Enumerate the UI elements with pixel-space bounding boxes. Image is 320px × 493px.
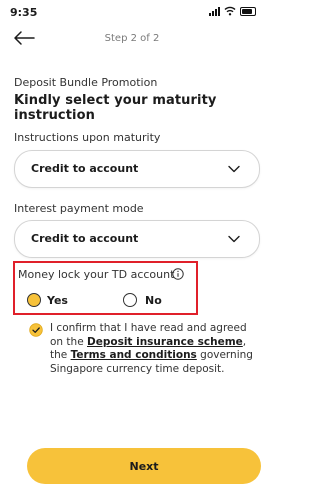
step-indicator: Step 2 of 2 [104,33,160,44]
info-icon[interactable] [172,268,184,280]
interest-dropdown[interactable]: Credit to account [14,220,260,258]
money-lock-no-radio[interactable] [123,293,137,307]
status-icons [209,6,256,16]
maturity-dropdown-value: Credit to account [31,162,139,175]
next-button[interactable]: Next [27,448,261,484]
maturity-dropdown[interactable]: Credit to account [14,150,260,188]
interest-dropdown-value: Credit to account [31,232,139,245]
deposit-insurance-link[interactable]: Deposit insurance scheme [87,336,243,348]
money-lock-yes-label[interactable]: Yes [47,294,68,307]
promo-label: Deposit Bundle Promotion [14,76,158,89]
page-title: Kindly select your maturity instruction [14,93,217,123]
terms-link[interactable]: Terms and conditions [71,349,197,361]
money-lock-yes-radio[interactable] [27,293,41,307]
signal-icon [209,6,220,16]
maturity-label: Instructions upon maturity [14,131,161,144]
battery-icon [240,6,256,16]
consent-text: I confirm that I have read and agreed on… [50,322,260,376]
money-lock-no-label[interactable]: No [145,294,162,307]
chevron-down-icon [228,165,240,173]
chevron-down-icon [228,235,240,243]
consent-checkbox-icon[interactable] [29,323,43,337]
interest-label: Interest payment mode [14,202,144,215]
wifi-icon [224,6,236,16]
status-bar: 9:35 [0,0,264,24]
status-time: 9:35 [10,6,38,19]
money-lock-label: Money lock your TD account [18,268,175,281]
